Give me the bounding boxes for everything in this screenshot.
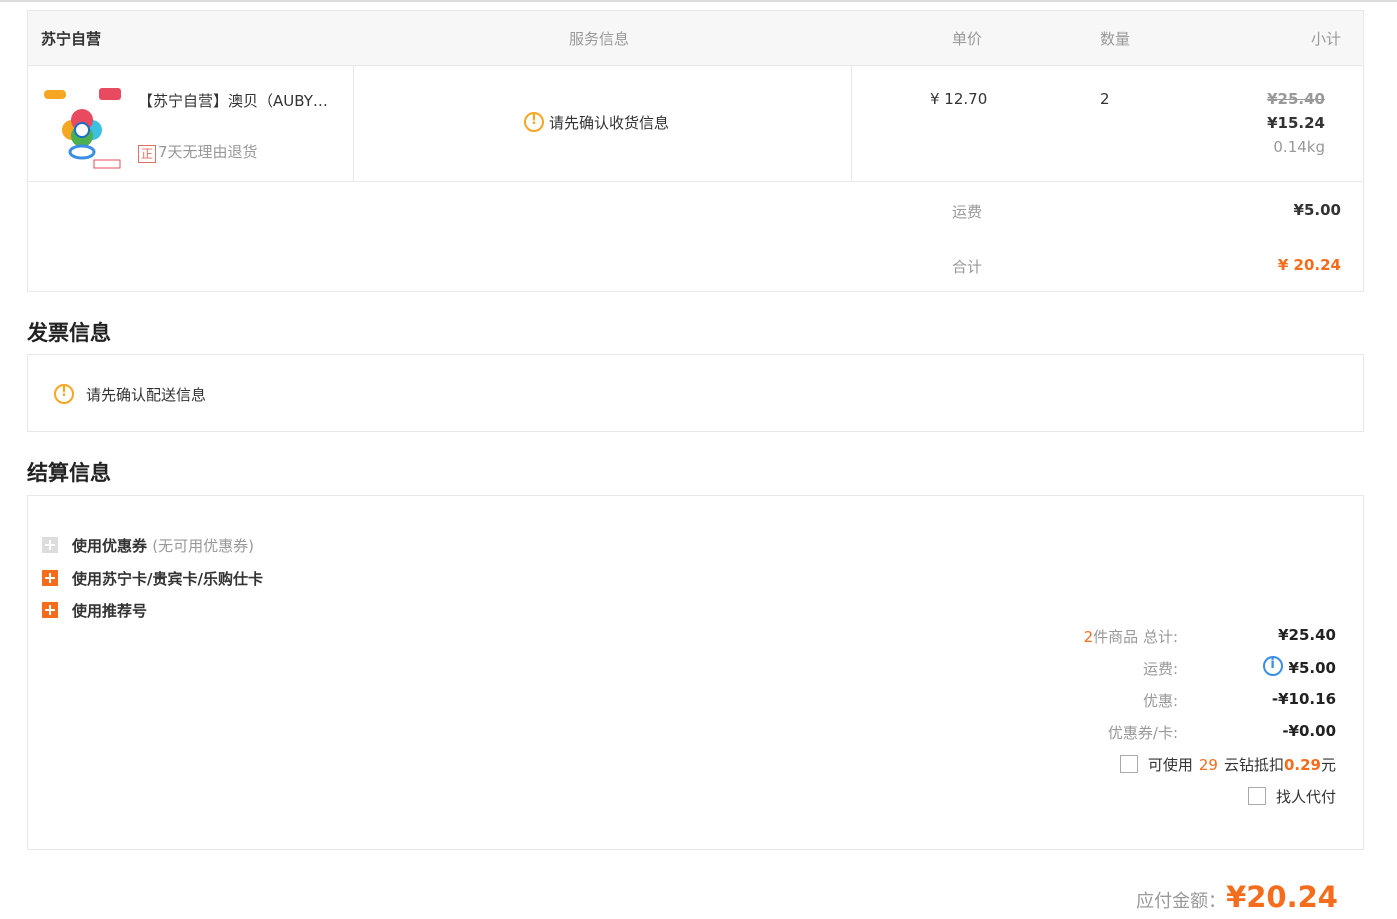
header-quantity: 数量 [1100, 30, 1131, 48]
original-subtotal: ¥25.40 [1267, 90, 1325, 108]
header-unit-price: 单价 [952, 30, 983, 48]
pay-for-me: 找人代付 [1247, 786, 1336, 807]
expand-plus-icon [42, 537, 58, 553]
yunzuan-suffix: 元 [1320, 756, 1336, 774]
return-policy: 正 7天无理由退货 [138, 141, 258, 163]
unit-price: ¥ 12.70 [930, 90, 988, 108]
coupon-note: (无可用优惠券) [152, 537, 254, 555]
service-message: 请先确认收货信息 [549, 114, 670, 132]
order-table-header: 苏宁自营 服务信息 单价 数量 小计 [28, 11, 1363, 66]
authentic-badge-icon: 正 [138, 145, 156, 163]
top-divider [0, 0, 1397, 2]
order-table: 苏宁自营 服务信息 单价 数量 小计 【苏宁自营】澳贝（AUBY… 正 7天无理由… [27, 10, 1364, 292]
discount-label: 优惠: [1142, 692, 1178, 710]
item-count: 2 [1083, 628, 1094, 646]
pay-for-me-label: 找人代付 [1275, 788, 1336, 806]
goods-total: ¥25.40 [1278, 626, 1336, 644]
payable-label: 应付金额： [1136, 891, 1227, 912]
yunzuan-middle: 云钻抵扣 [1223, 756, 1284, 774]
coupon-label: 使用优惠券 [72, 537, 148, 555]
settlement-section-title: 结算信息 [27, 461, 111, 485]
card-label: 使用苏宁卡/贵宾卡/乐购仕卡 [72, 570, 263, 588]
settlement-box: 使用优惠券 (无可用优惠券) 使用苏宁卡/贵宾卡/乐购仕卡 使用推荐号 2件商品… [27, 495, 1364, 850]
quantity: 2 [1100, 90, 1110, 108]
warning-icon [524, 112, 544, 132]
product-title[interactable]: 【苏宁自营】澳贝（AUBY… [138, 90, 328, 111]
coupon-option[interactable]: 使用优惠券 (无可用优惠券) [42, 535, 254, 556]
pay-for-me-checkbox[interactable] [1247, 787, 1266, 805]
header-service: 服务信息 [569, 30, 630, 48]
coupon-card-label: 优惠券/卡: [1107, 724, 1178, 742]
goods-total-label-text: 件商品 总计: [1093, 628, 1178, 646]
order-total-value: ¥ 20.24 [1277, 256, 1341, 274]
yunzuan-count: 29 [1198, 756, 1218, 774]
column-divider [353, 66, 354, 181]
info-icon[interactable] [1262, 656, 1283, 676]
discount-value: -¥10.16 [1271, 690, 1336, 708]
goods-total-label: 2件商品 总计: [1084, 626, 1178, 647]
product-weight: 0.14kg [1273, 138, 1325, 156]
shop-name: 苏宁自营 [41, 30, 102, 48]
shipping-label: 运费 [952, 203, 983, 221]
yunzuan-prefix: 可使用 [1147, 756, 1193, 774]
warning-icon [54, 384, 74, 404]
card-option[interactable]: 使用苏宁卡/贵宾卡/乐购仕卡 [42, 568, 263, 589]
payable-amount: 应付金额：¥20.24 [1136, 880, 1338, 914]
header-subtotal: 小计 [1310, 30, 1341, 48]
invoice-message-text: 请先确认配送信息 [86, 386, 207, 404]
invoice-box: 请先确认配送信息 [27, 354, 1364, 432]
product-row: 【苏宁自营】澳贝（AUBY… 正7天无理由退货 请先确认收货信息 ¥ 12.70… [28, 66, 1363, 182]
yunzuan-amount: 0.29 [1283, 756, 1321, 774]
expand-plus-icon [42, 602, 58, 618]
return-policy-text: 7天无理由退货 [158, 143, 258, 161]
subtotal: ¥15.24 [1267, 114, 1325, 132]
yunzuan-checkbox[interactable] [1119, 755, 1138, 773]
shipping-summary-value: ¥5.00 [1288, 659, 1336, 677]
service-info: 请先确认收货信息 [524, 112, 669, 133]
invoice-section-title: 发票信息 [27, 321, 111, 345]
payable-value: ¥20.24 [1226, 880, 1338, 914]
product-thumbnail[interactable] [44, 86, 124, 170]
expand-plus-icon [42, 570, 58, 586]
invoice-message: 请先确认配送信息 [54, 384, 206, 405]
yunzuan-deduction: 可使用 29 云钻抵扣0.29元 [1119, 754, 1336, 775]
shipping-summary-label: 运费: [1142, 660, 1178, 678]
referral-label: 使用推荐号 [72, 602, 148, 620]
referral-option[interactable]: 使用推荐号 [42, 600, 147, 621]
shipping-value: ¥5.00 [1293, 201, 1341, 219]
coupon-card-value: -¥0.00 [1282, 722, 1336, 740]
column-divider [851, 66, 852, 181]
order-total-label: 合计 [952, 258, 983, 276]
shipping-summary: ¥5.00 [1262, 656, 1336, 677]
